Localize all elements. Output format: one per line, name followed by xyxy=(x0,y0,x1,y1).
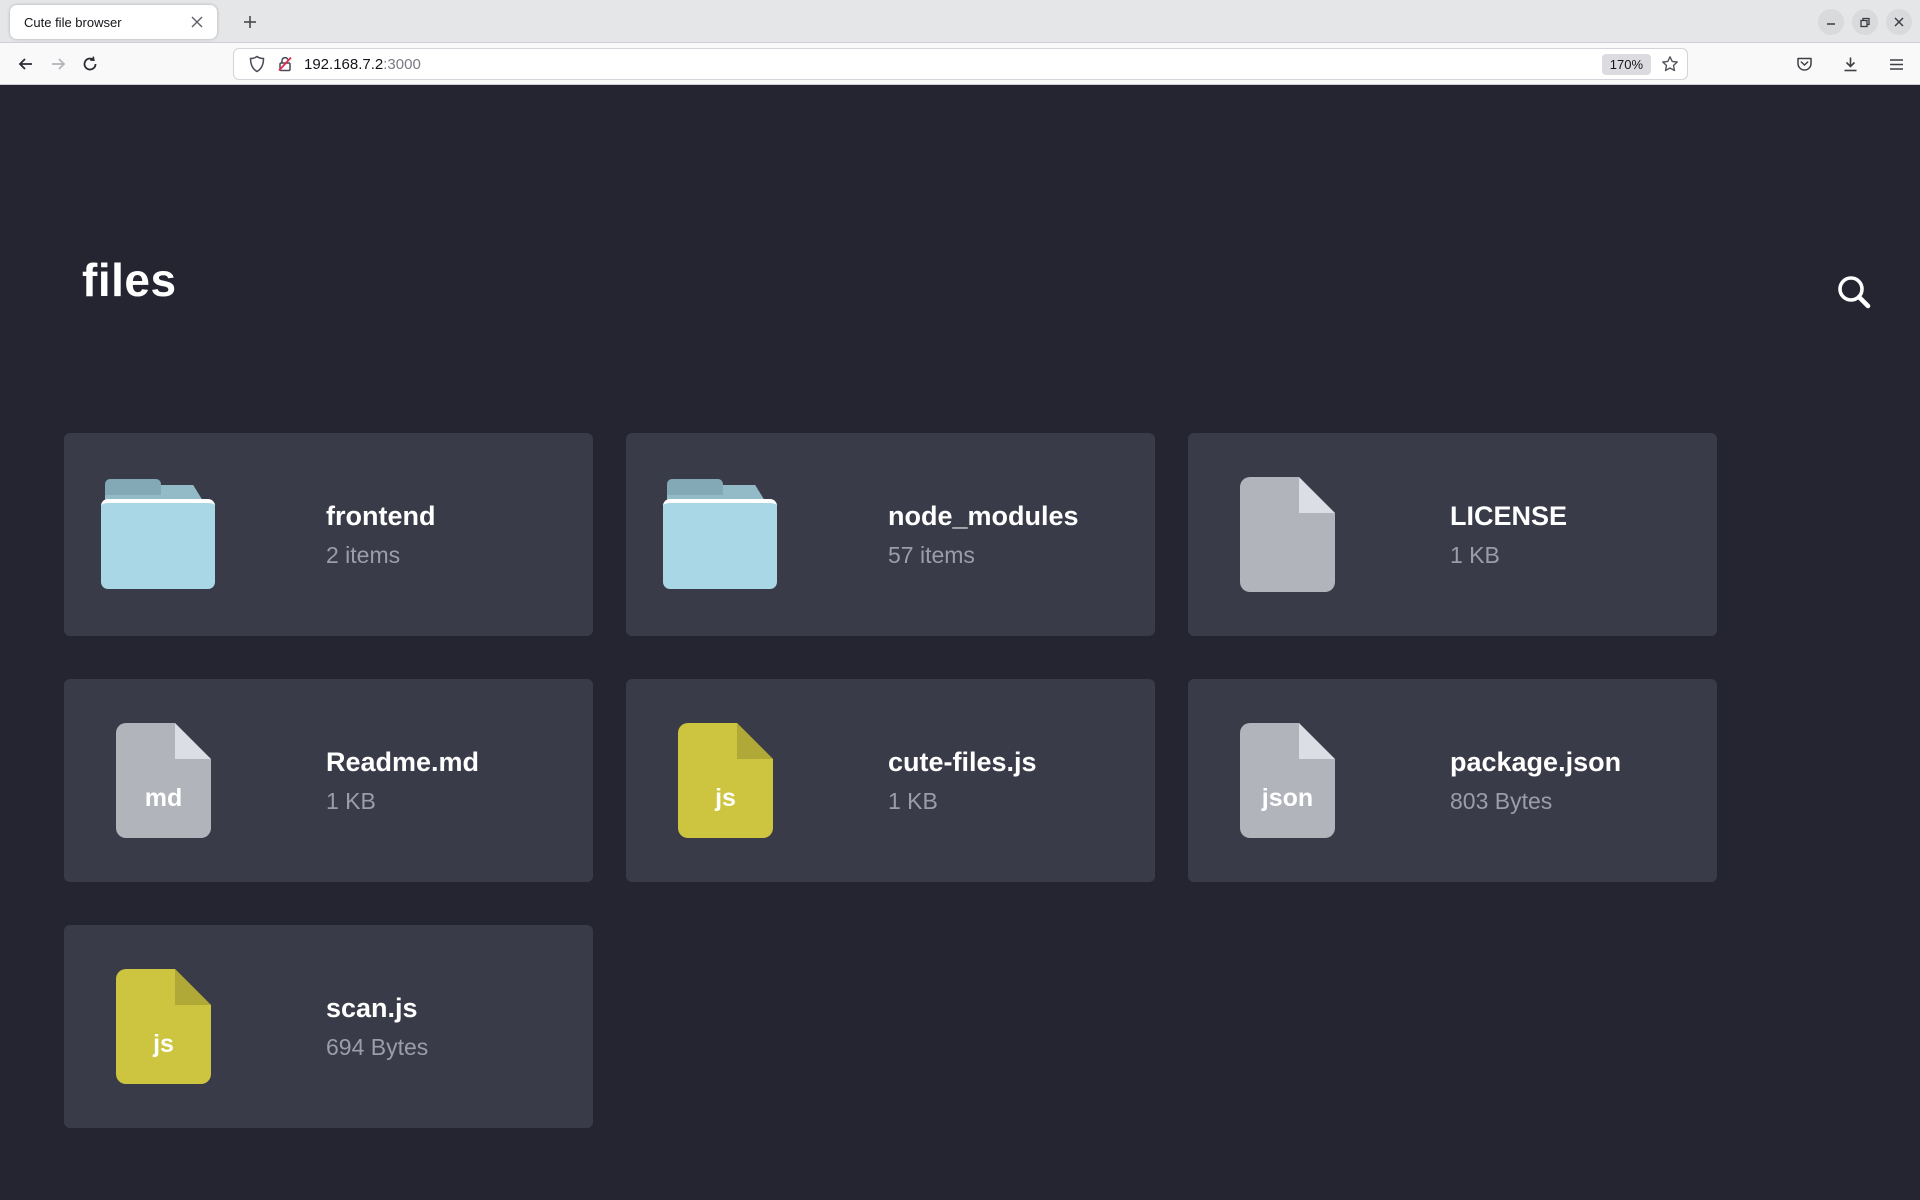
tab-title: Cute file browser xyxy=(24,15,187,30)
file-size: 1 KB xyxy=(888,788,1037,815)
downloads-icon[interactable] xyxy=(1836,50,1864,78)
file-name: LICENSE xyxy=(1450,501,1567,532)
file-card-frontend[interactable]: frontend 2 items xyxy=(64,433,593,636)
tab-close-icon[interactable] xyxy=(187,12,207,32)
forward-button[interactable] xyxy=(42,48,74,80)
file-name: package.json xyxy=(1450,747,1621,778)
insecure-lock-icon[interactable] xyxy=(276,55,294,73)
file-size: 1 KB xyxy=(1450,542,1567,569)
file-size: 694 Bytes xyxy=(326,1034,428,1061)
file-size: 1 KB xyxy=(326,788,479,815)
file-card-cute-files.js[interactable]: js cute-files.js 1 KB xyxy=(626,679,1155,882)
file-grid: frontend 2 items node_modules 57 items L… xyxy=(64,433,1717,1128)
file-icon xyxy=(1240,477,1335,592)
file-card-package.json[interactable]: json package.json 803 Bytes xyxy=(1188,679,1717,882)
url-host: 192.168.7.2 xyxy=(304,56,383,73)
search-icon[interactable] xyxy=(1832,271,1876,315)
file-icon: json xyxy=(1240,723,1335,838)
file-browser-page: files frontend 2 items node_modules 57 i… xyxy=(0,85,1920,1200)
file-name: frontend xyxy=(326,501,435,532)
folded-corner xyxy=(737,723,773,759)
file-name: node_modules xyxy=(888,501,1079,532)
browser-toolbar: 192.168.7.2:3000 170% xyxy=(0,43,1920,85)
folded-corner xyxy=(175,969,211,1005)
file-type-badge: md xyxy=(116,784,211,813)
file-icon: md xyxy=(116,723,211,838)
folder-icon xyxy=(101,479,223,589)
folded-corner xyxy=(175,723,211,759)
file-card-scan.js[interactable]: js scan.js 694 Bytes xyxy=(64,925,593,1128)
window-close-button[interactable] xyxy=(1886,9,1912,35)
file-size: 57 items xyxy=(888,542,1079,569)
folded-corner xyxy=(1299,477,1335,513)
window-restore-button[interactable] xyxy=(1852,9,1878,35)
site-security-icons xyxy=(248,55,294,73)
file-size: 2 items xyxy=(326,542,435,569)
file-card-Readme.md[interactable]: md Readme.md 1 KB xyxy=(64,679,593,882)
window-minimize-button[interactable] xyxy=(1818,9,1844,35)
reload-button[interactable] xyxy=(74,48,106,80)
pocket-icon[interactable] xyxy=(1790,50,1818,78)
toolbar-right-icons xyxy=(1790,48,1910,80)
file-type-badge: js xyxy=(678,784,773,813)
menu-hamburger-icon[interactable] xyxy=(1882,50,1910,78)
zoom-level-badge[interactable]: 170% xyxy=(1602,54,1651,75)
file-name: Readme.md xyxy=(326,747,479,778)
file-icon: js xyxy=(678,723,773,838)
folder-icon xyxy=(663,479,785,589)
file-type-badge: js xyxy=(116,1030,211,1059)
file-type-badge: json xyxy=(1240,784,1335,813)
window-controls xyxy=(1818,9,1912,35)
new-tab-button[interactable] xyxy=(237,9,263,35)
page-title: files xyxy=(82,253,177,307)
tracking-shield-icon[interactable] xyxy=(248,55,266,73)
browser-tab[interactable]: Cute file browser xyxy=(10,5,217,39)
browser-tab-bar: Cute file browser xyxy=(0,0,1920,43)
url-bar[interactable]: 192.168.7.2:3000 170% xyxy=(233,48,1688,80)
file-card-LICENSE[interactable]: LICENSE 1 KB xyxy=(1188,433,1717,636)
back-button[interactable] xyxy=(10,48,42,80)
bookmark-star-icon[interactable] xyxy=(1661,55,1679,73)
folded-corner xyxy=(1299,723,1335,759)
file-card-node_modules[interactable]: node_modules 57 items xyxy=(626,433,1155,636)
file-icon: js xyxy=(116,969,211,1084)
file-name: scan.js xyxy=(326,993,428,1024)
file-name: cute-files.js xyxy=(888,747,1037,778)
file-size: 803 Bytes xyxy=(1450,788,1621,815)
url-port: :3000 xyxy=(383,56,421,73)
